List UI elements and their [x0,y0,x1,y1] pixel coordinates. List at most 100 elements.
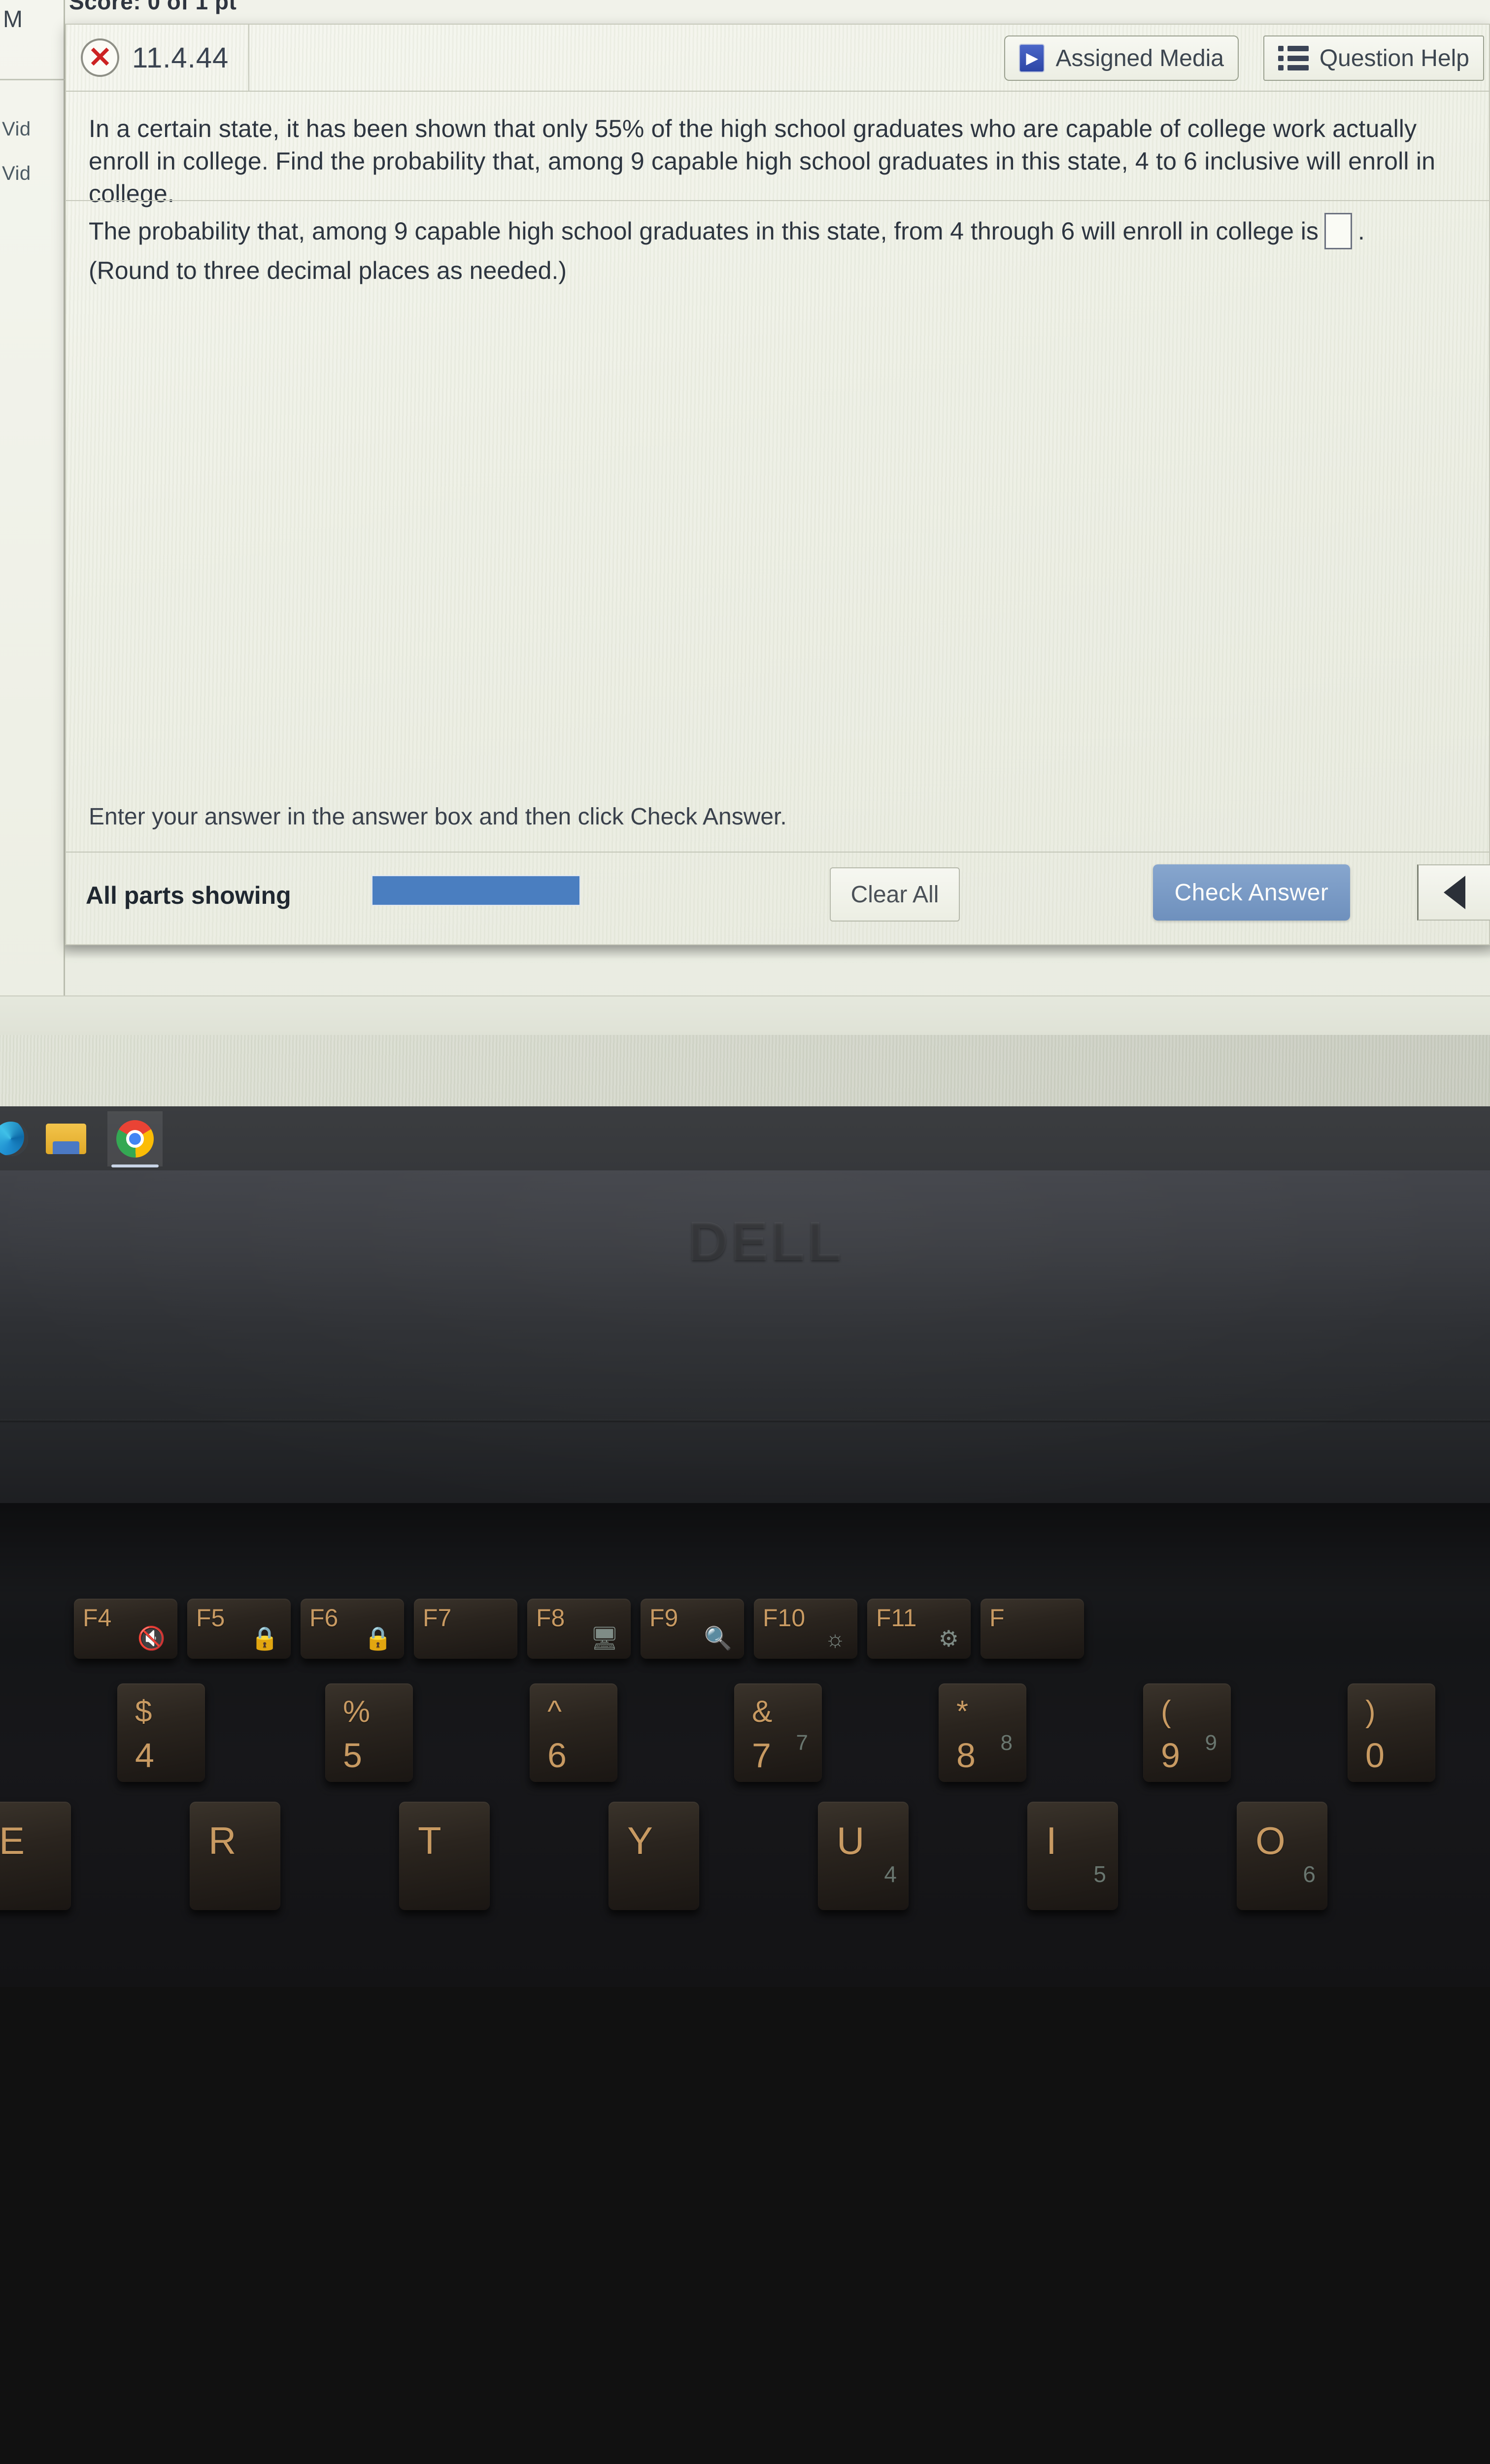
question-help-button[interactable]: Question Help [1263,35,1484,81]
question-body: In a certain state, it has been shown th… [66,93,1490,210]
previous-question-button[interactable] [1417,864,1490,921]
taskbar-item-chrome[interactable] [107,1111,163,1166]
key-8-numpad: 8 [1000,1731,1013,1755]
key-o-label: O [1255,1819,1286,1862]
key-f4[interactable]: F4 🔇 [74,1599,177,1659]
list-bullet-icon [1278,46,1309,70]
sidebar-item-video-1[interactable]: Vid [2,118,31,140]
sidebar-initial: M [3,6,23,33]
key-6-digit: 6 [547,1736,567,1775]
check-answer-label: Check Answer [1174,879,1329,906]
key-y[interactable]: Y [609,1802,699,1910]
laptop-screen: M Vid Vid Score: 0 of 1 pt ✕ 11.4.44 ▶ A… [0,0,1490,1106]
key-y-label: Y [627,1819,653,1862]
key-7[interactable]: & 7 7 [734,1683,822,1782]
question-id-cell: ✕ 11.4.44 [66,24,250,91]
answer-input-box[interactable] [1324,213,1352,249]
key-5-digit: 5 [343,1736,362,1775]
key-7-shift: & [752,1695,773,1729]
key-8-shift: * [956,1695,969,1729]
key-f11-label: F11 [876,1604,917,1632]
chrome-browser-icon [116,1120,154,1158]
incorrect-x-icon: ✕ [81,38,119,77]
question-stem-text: In a certain state, it has been shown th… [89,115,1436,207]
key-r-label: R [208,1819,237,1862]
laptop-deck-shadow [0,1503,1490,1597]
key-f12[interactable]: F [981,1599,1084,1659]
key-f4-label: F4 [83,1604,112,1632]
panel-drop-shadow [65,945,1490,959]
question-help-label: Question Help [1319,45,1469,71]
key-8-digit: 8 [956,1736,976,1775]
key-8[interactable]: * 8 8 [939,1683,1026,1782]
key-e-label: E [0,1819,25,1862]
key-7-numpad: 7 [796,1731,808,1755]
key-i-numpad: 5 [1093,1861,1106,1887]
key-e[interactable]: E [0,1802,71,1910]
key-f9[interactable]: F9 🔍 [641,1599,744,1659]
lock-icon: 🔒 [364,1625,392,1651]
key-7-digit: 7 [752,1736,771,1775]
key-f9-label: F9 [649,1604,678,1632]
key-4[interactable]: $ 4 [117,1683,205,1782]
key-6[interactable]: ^ 6 [530,1683,617,1782]
clear-all-label: Clear All [850,881,939,908]
answer-block: The probability that, among 9 capable hi… [89,213,1419,285]
sidebar-divider [0,79,65,80]
key-9[interactable]: ( 9 9 [1143,1683,1231,1782]
score-label: Score: 0 of 1 pt [69,0,237,14]
key-o-numpad: 6 [1303,1861,1316,1887]
key-o[interactable]: O 6 [1237,1802,1327,1910]
browser-bottom-strip [0,995,1490,1035]
triangle-left-icon [1443,876,1465,909]
key-f11[interactable]: F11 ⚙ [867,1599,971,1659]
settings-icon: ⚙ [938,1626,959,1651]
exercise-footer-bar: All parts showing Clear All Check Answer [66,853,1490,945]
key-6-shift: ^ [547,1695,562,1729]
key-u-label: U [837,1819,865,1862]
assigned-media-button[interactable]: ▶ Assigned Media [1004,35,1239,81]
key-f10-label: F10 [763,1604,806,1632]
key-0-digit: 0 [1365,1736,1385,1775]
key-0[interactable]: ) 0 [1348,1683,1435,1782]
key-i-label: I [1046,1819,1057,1862]
key-f5[interactable]: F5 🔒 [187,1599,291,1659]
key-9-numpad: 9 [1205,1731,1217,1755]
key-f8[interactable]: F8 🖥 [527,1599,631,1659]
answer-prompt-period: . [1357,217,1365,245]
key-f6[interactable]: F6 🔒 [301,1599,404,1659]
key-f7[interactable]: F7 [414,1599,517,1659]
edge-browser-icon [0,1122,28,1156]
key-u[interactable]: U 4 [818,1802,909,1910]
mic-mute-icon: 🔇 [137,1625,166,1651]
key-9-shift: ( [1161,1695,1171,1729]
question-divider [66,200,1490,201]
left-sidebar-strip: M Vid Vid [0,0,65,1035]
key-r[interactable]: R [190,1802,280,1910]
sidebar-item-video-2[interactable]: Vid [2,163,31,185]
answer-prompt-line: The probability that, among 9 capable hi… [89,213,1419,249]
keyboard-backlight-icon: ☼ [824,1626,846,1651]
progress-bar [372,875,580,906]
key-9-digit: 9 [1161,1736,1180,1775]
exercise-panel: ✕ 11.4.44 ▶ Assigned Media Question Help… [65,24,1490,945]
key-4-shift: $ [135,1695,152,1729]
key-t-label: T [418,1819,441,1862]
taskbar-item-file-explorer[interactable] [38,1111,94,1166]
key-f12-label: F [989,1604,1005,1632]
key-i[interactable]: I 5 [1027,1802,1118,1910]
answer-prompt-text: The probability that, among 9 capable hi… [89,217,1319,245]
check-answer-button[interactable]: Check Answer [1153,864,1350,921]
taskbar-item-edge[interactable] [0,1111,38,1166]
folder-icon [46,1124,86,1154]
key-5[interactable]: % 5 [325,1683,413,1782]
question-id-label: 11.4.44 [132,41,229,74]
footer-hint-text: Enter your answer in the answer box and … [89,804,787,830]
key-4-digit: 4 [135,1736,154,1775]
clear-all-button[interactable]: Clear All [830,867,960,922]
key-t[interactable]: T [399,1802,490,1910]
assigned-media-label: Assigned Media [1055,45,1224,71]
key-f10[interactable]: F10 ☼ [754,1599,857,1659]
key-u-numpad: 4 [884,1861,897,1887]
rounding-note: (Round to three decimal places as needed… [89,257,567,284]
